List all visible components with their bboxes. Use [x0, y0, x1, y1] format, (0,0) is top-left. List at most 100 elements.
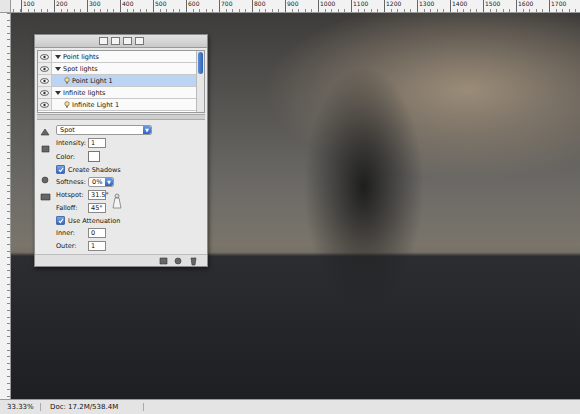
- light-type-select[interactable]: Spot▼: [56, 125, 152, 135]
- resize-handle[interactable]: [37, 114, 205, 120]
- dropdown-icon: ▼: [143, 126, 151, 134]
- panel-tool-icon[interactable]: [111, 37, 120, 45]
- ruler-track: 1002003004005006007008009001000110012001…: [11, 0, 580, 12]
- softness-row: Softness:0%▼: [56, 177, 204, 187]
- panel-tool-icon[interactable]: [123, 37, 132, 45]
- tool-column: [37, 123, 53, 251]
- color-swatch[interactable]: [88, 151, 100, 162]
- lights-panel[interactable]: Point lightsSpot lightsPoint Light 1Infi…: [34, 34, 208, 267]
- tool-button[interactable]: [38, 142, 52, 155]
- photoshop-window: 1002003004005006007008009001000110012001…: [0, 0, 580, 414]
- ruler-label: 1700: [549, 0, 580, 12]
- ruler-label: 400: [120, 0, 153, 12]
- color-picker-icon[interactable]: [40, 175, 51, 185]
- outer-field[interactable]: 1: [88, 241, 106, 251]
- use-attenuation-checkbox[interactable]: [56, 216, 65, 225]
- ruler-label: 1100: [351, 0, 384, 12]
- light-row[interactable]: Infinite Light 1: [38, 99, 196, 111]
- ruler-label: 1600: [516, 0, 549, 12]
- softness-select[interactable]: 0%▼: [88, 177, 114, 187]
- eye-icon[interactable]: [40, 66, 49, 72]
- scroll-thumb[interactable]: [198, 52, 203, 74]
- workspace: Point lightsSpot lightsPoint Light 1Infi…: [0, 13, 580, 399]
- ruler-label: 1400: [450, 0, 483, 12]
- move-light-icon[interactable]: [40, 127, 51, 137]
- props-column: Spot▼Intensity:1Color:Create ShadowsSoft…: [56, 123, 204, 251]
- tool-button[interactable]: [38, 190, 52, 203]
- eye-icon[interactable]: [40, 54, 49, 60]
- ruler-label: 1500: [483, 0, 516, 12]
- image-canvas[interactable]: Point lightsSpot lightsPoint Light 1Infi…: [11, 13, 580, 399]
- ruler-label: 500: [153, 0, 186, 12]
- create-shadows-row[interactable]: Create Shadows: [56, 165, 204, 174]
- hotspot-row: Hotspot:31.5°: [56, 190, 106, 200]
- doc-size: Doc: 17.2M/538.4M: [47, 403, 144, 411]
- visibility-cell[interactable]: [38, 51, 52, 62]
- top-ruler: 1002003004005006007008009001000110012001…: [0, 0, 580, 13]
- ruler-label: 800: [252, 0, 285, 12]
- rotate-light-icon[interactable]: [40, 144, 51, 154]
- new-light-icon[interactable]: [158, 256, 169, 266]
- intensity-label: Intensity:: [56, 139, 86, 147]
- light-row[interactable]: Spot lights: [38, 63, 196, 75]
- hotspot-field[interactable]: 31.5°: [88, 190, 106, 200]
- eye-icon[interactable]: [40, 78, 49, 84]
- left-ruler: [0, 13, 11, 399]
- expand-icon[interactable]: [55, 55, 61, 59]
- list-scrollbar[interactable]: [196, 51, 204, 112]
- ruler-corner: [0, 0, 11, 12]
- light-label: Spot lights: [52, 65, 98, 73]
- visibility-cell[interactable]: [38, 87, 52, 98]
- use-attenuation-row[interactable]: Use Attenuation: [56, 216, 204, 225]
- inner-label: Inner:: [56, 229, 86, 237]
- expand-icon[interactable]: [55, 67, 61, 71]
- light-row[interactable]: Point lights: [38, 51, 196, 63]
- hotspot-label: Hotspot:: [56, 191, 86, 199]
- eye-icon[interactable]: [40, 90, 49, 96]
- visibility-cell[interactable]: [38, 75, 52, 86]
- tool-button[interactable]: [38, 173, 52, 186]
- visibility-cell[interactable]: [38, 63, 52, 74]
- panel-bottom-bar: [35, 254, 207, 266]
- light-properties: Spot▼Intensity:1Color:Create ShadowsSoft…: [35, 121, 207, 254]
- outer-label: Outer:: [56, 242, 86, 250]
- falloff-label: Falloff:: [56, 204, 86, 212]
- zoom-field[interactable]: 33.33%: [4, 403, 41, 411]
- light-icon: [64, 77, 70, 84]
- trash-icon[interactable]: [188, 256, 199, 266]
- panel-tool-icon[interactable]: [99, 37, 108, 45]
- falloff-row: Falloff:45°: [56, 203, 106, 213]
- light-icon: [64, 101, 70, 108]
- softness-label: Softness:: [56, 178, 86, 186]
- status-bar: 33.33% Doc: 17.2M/538.4M: [0, 399, 580, 414]
- check-icon: [58, 218, 64, 224]
- panel-toolbar: [35, 35, 207, 48]
- dropdown-icon: ▼: [105, 178, 113, 186]
- angle-fields: Hotspot:31.5°Falloff:45°: [56, 190, 106, 213]
- inner-field[interactable]: 0: [88, 228, 106, 238]
- panel-tool-icon[interactable]: [135, 37, 144, 45]
- angle-group: Hotspot:31.5°Falloff:45°: [56, 190, 204, 213]
- ruler-label: 600: [186, 0, 219, 12]
- create-shadows-checkbox[interactable]: [56, 165, 65, 174]
- ruler-label: 1000: [318, 0, 351, 12]
- intensity-field[interactable]: 1: [88, 138, 106, 148]
- color-row: Color:: [56, 151, 204, 162]
- light-row[interactable]: Infinite lights: [38, 87, 196, 99]
- expand-icon[interactable]: [55, 91, 61, 95]
- light-label: Infinite Light 1: [52, 101, 119, 109]
- reset-icon[interactable]: [173, 256, 184, 266]
- lights-rows: Point lightsSpot lightsPoint Light 1Infi…: [38, 51, 196, 112]
- shadow-icon[interactable]: [40, 192, 51, 202]
- ruler-label: 1300: [417, 0, 450, 12]
- falloff-field[interactable]: 45°: [88, 203, 106, 213]
- outer-row: Outer:1: [56, 241, 204, 251]
- light-row[interactable]: Point Light 1: [38, 75, 196, 87]
- visibility-cell[interactable]: [38, 99, 52, 110]
- tool-button[interactable]: [38, 125, 52, 138]
- ruler-label: 1200: [384, 0, 417, 12]
- eye-icon[interactable]: [40, 102, 49, 108]
- inner-row: Inner:0: [56, 228, 204, 238]
- intensity-row: Intensity:1: [56, 138, 204, 148]
- lights-list: Point lightsSpot lightsPoint Light 1Infi…: [37, 50, 205, 113]
